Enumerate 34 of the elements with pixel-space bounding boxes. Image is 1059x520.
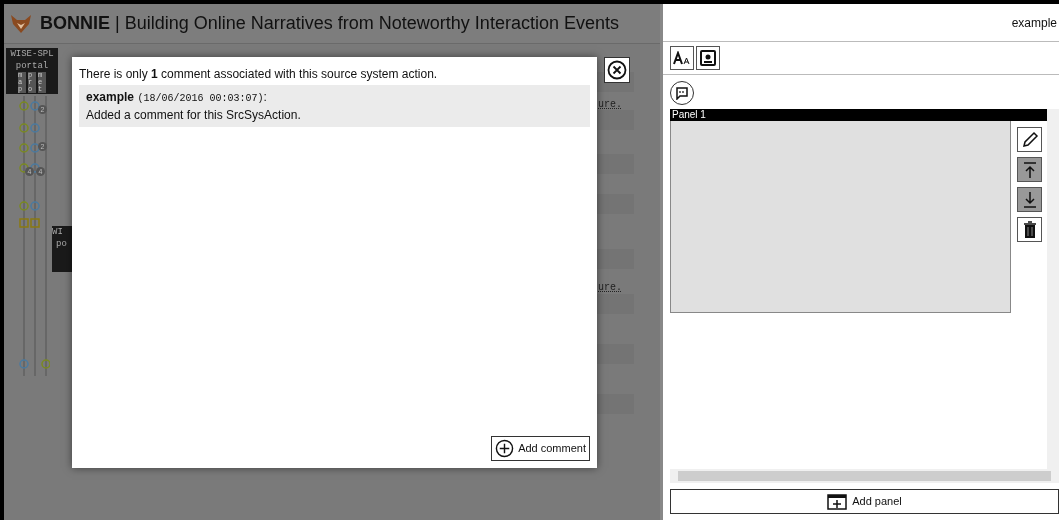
record-icon [699,49,717,67]
vertical-scrollbar[interactable] [1047,109,1059,469]
quote-bubble-icon [675,86,689,100]
horizontal-scrollbar[interactable] [670,469,1059,483]
add-comment-button[interactable]: Add comment [491,436,590,461]
move-bottom-icon [1021,190,1038,209]
text-size-icon [673,51,691,65]
lane-title: WI [52,226,64,238]
lane-subtitle: po [55,238,68,250]
lane-subtitle: portal [15,60,49,72]
record-button[interactable] [696,46,720,70]
app-title: BONNIE | Building Online Narratives from Noteworthy Interaction Events [40,12,619,35]
dialog-message: There is only 1 comment associated with this source system action. [79,66,439,83]
user-name[interactable]: example [1011,13,1059,32]
add-panel-button[interactable]: Add panel [670,489,1059,514]
comment-meta: example (18/06/2016 00:03:07): [86,89,268,106]
fox-logo-icon [10,13,32,34]
edit-button[interactable] [1017,127,1042,152]
note-text: ure. [598,281,622,295]
move-top-icon [1021,160,1038,179]
note-text: ure. [598,98,622,112]
move-down-button[interactable] [1017,187,1042,212]
move-up-button[interactable] [1017,157,1042,182]
comment-text: Added a comment for this SrcSysAction. [86,107,302,124]
pencil-icon [1020,130,1039,149]
plus-circle-icon [495,439,515,458]
lane-title: WISE-SPL [10,48,54,60]
text-size-button[interactable] [670,46,694,70]
close-button[interactable] [604,57,630,83]
close-icon [607,60,627,80]
panel-title[interactable]: Panel 1 [670,109,1047,121]
delete-button[interactable] [1017,217,1042,242]
add-panel-icon [827,493,848,510]
trash-icon [1022,220,1037,239]
